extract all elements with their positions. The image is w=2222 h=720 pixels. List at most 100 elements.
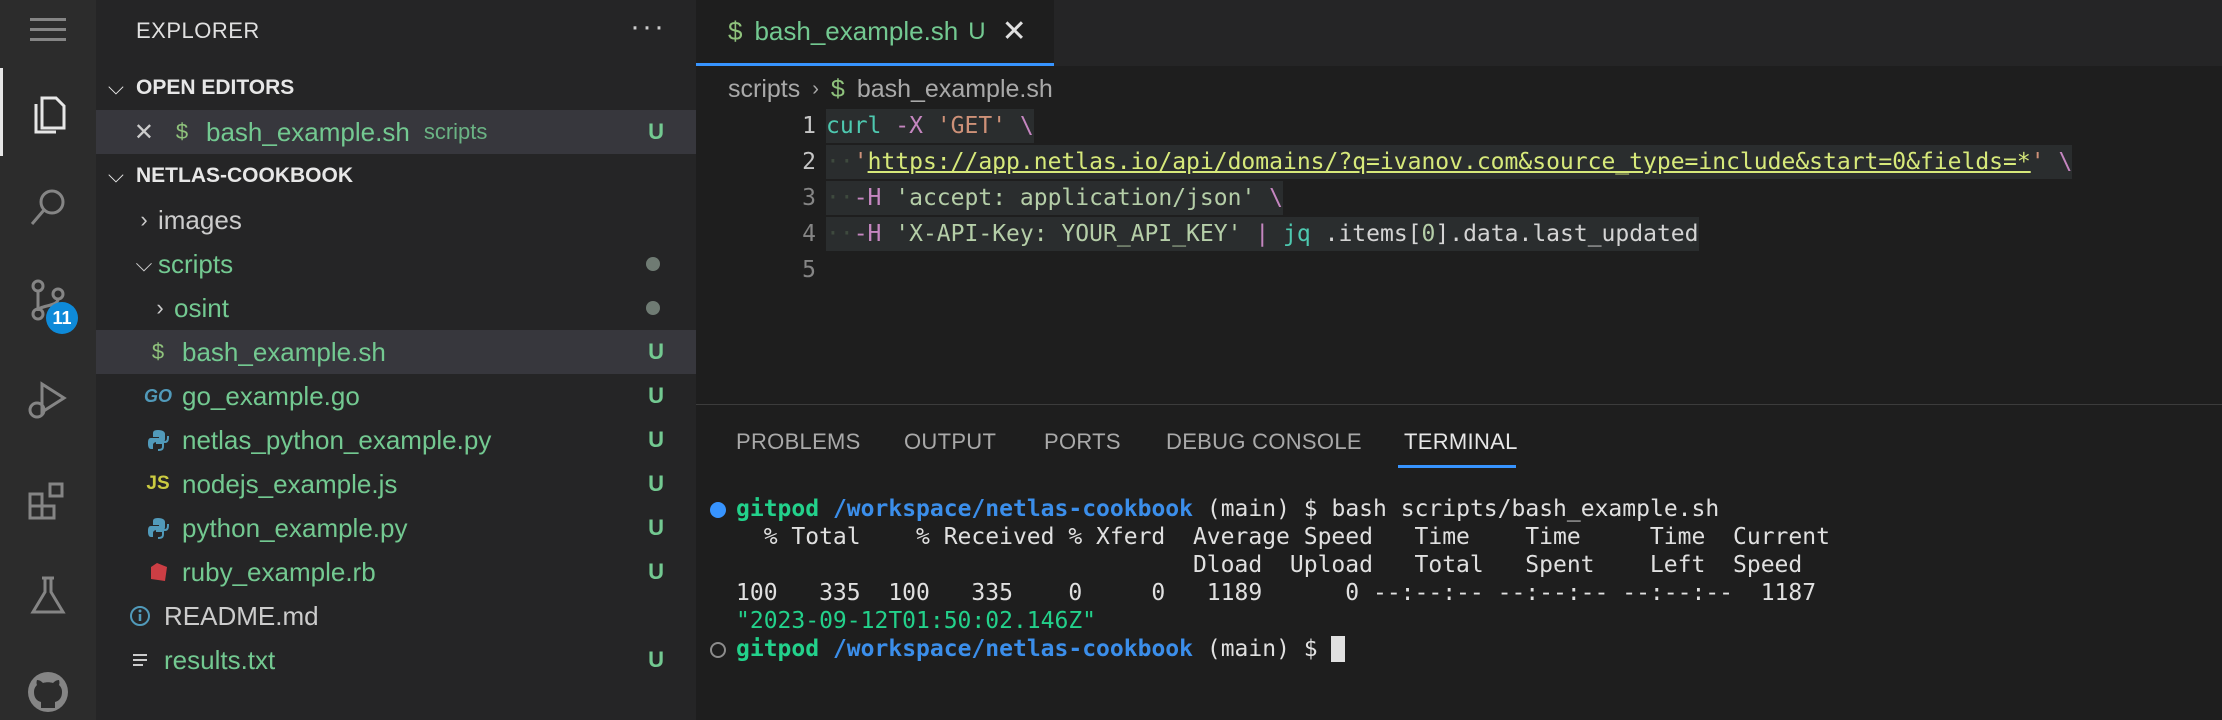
run-debug-button[interactable] — [0, 356, 96, 444]
tree-item-images[interactable]: › images — [96, 198, 696, 242]
shell-file-icon: $ — [830, 74, 845, 103]
code-line-2: ·· ' https://app.netlas.io/api/domains/?q=… — [826, 145, 2073, 179]
git-status: U — [648, 515, 664, 540]
chevron-right-icon: › — [140, 207, 148, 232]
info-icon — [126, 605, 154, 627]
explorer-button[interactable] — [0, 68, 96, 156]
close-icon[interactable]: ✕ — [1002, 14, 1027, 49]
testing-button[interactable] — [0, 552, 96, 640]
chevron-down-icon: ⌵ — [108, 76, 124, 99]
shell-file-icon: $ — [175, 119, 189, 144]
git-status: U — [648, 427, 664, 452]
code-line-3: ·· -H 'accept: application/json' \ — [826, 181, 1284, 215]
code-line: 2 — [696, 144, 816, 180]
tab-problems[interactable]: PROBLEMS — [736, 429, 861, 455]
testing-icon — [30, 576, 66, 614]
git-status: U — [648, 471, 664, 496]
tree-item-netlas-python[interactable]: netlas_python_example.py U — [96, 418, 696, 462]
explorer-sidebar: EXPLORER ··· ⌵ OPEN EDITORS ✕ $ bash_exa… — [96, 0, 696, 720]
activity-bar: 11 — [0, 0, 96, 720]
active-tab-indicator — [1398, 465, 1516, 468]
command-success-dot[interactable] — [710, 502, 726, 518]
tree-item-scripts[interactable]: ⌵ scripts — [96, 242, 696, 286]
close-icon[interactable]: ✕ — [96, 118, 154, 147]
python-file-icon — [144, 517, 172, 539]
breadcrumb: scripts › $ bash_example.sh — [728, 72, 1053, 106]
tree-item-nodejs-example[interactable]: JS nodejs_example.js U — [96, 462, 696, 506]
open-editor-folder: scripts — [423, 119, 488, 144]
terminal-line: gitpod /workspace/netlas-cookbook (main)… — [736, 496, 1720, 522]
tab-output[interactable]: OUTPUT — [904, 429, 996, 455]
tree-item-ruby-example[interactable]: ruby_example.rb U — [96, 550, 696, 594]
terminal-cursor — [1331, 636, 1346, 662]
terminal-line: % Total % Received % Xferd Average Speed… — [736, 524, 1830, 550]
tree-item-bash-example[interactable]: $ bash_example.sh U — [96, 330, 696, 374]
code-line: 1 — [696, 108, 816, 144]
extensions-button[interactable] — [0, 456, 96, 544]
editor-tab-bar: $ bash_example.sh U ✕ — [696, 0, 2222, 66]
chevron-right-icon: › — [812, 77, 819, 100]
tree-item-results[interactable]: results.txt U — [96, 638, 696, 682]
line-number: 5 — [802, 257, 816, 283]
menu-icon[interactable] — [30, 18, 66, 41]
go-file-icon: GO — [144, 385, 173, 406]
javascript-file-icon: JS — [146, 473, 170, 494]
git-status: U — [648, 559, 664, 584]
run-debug-icon — [28, 381, 67, 419]
command-pending-dot[interactable] — [710, 642, 726, 658]
git-status: U — [648, 383, 664, 408]
line-number: 1 — [802, 113, 816, 139]
code-line: 4 — [696, 216, 816, 252]
extensions-icon — [28, 482, 64, 520]
tree-item-readme[interactable]: README.md — [96, 594, 696, 638]
source-control-badge: 11 — [46, 302, 78, 334]
bottom-panel: PROBLEMS OUTPUT PORTS DEBUG CONSOLE TERM… — [696, 404, 2222, 720]
more-actions-button[interactable]: ··· — [630, 10, 666, 44]
tree-item-python-example[interactable]: python_example.py U — [96, 506, 696, 550]
github-icon — [28, 672, 68, 712]
code-line-4: ·· -H 'X-API-Key: YOUR_API_KEY' | jq .ite… — [826, 217, 1699, 251]
line-number: 3 — [802, 185, 816, 211]
project-header[interactable]: ⌵ NETLAS-COOKBOOK — [96, 156, 696, 196]
terminal-line: "2023-09-12T01:50:02.146Z" — [736, 608, 1097, 634]
url-link[interactable]: https://app.netlas.io/api/domains/?q=iva… — [868, 149, 2031, 175]
ruby-file-icon — [144, 561, 172, 583]
tab-debug-console[interactable]: DEBUG CONSOLE — [1166, 429, 1362, 455]
terminal-line: Dload Upload Total Spent Left Speed — [736, 552, 1803, 578]
open-editors-header[interactable]: ⌵ OPEN EDITORS — [96, 68, 696, 108]
line-number: 2 — [802, 149, 816, 175]
chevron-down-icon: ⌵ — [108, 164, 124, 187]
code-line: 5 — [696, 252, 816, 288]
tab-terminal[interactable]: TERMINAL — [1404, 429, 1518, 455]
search-button[interactable] — [0, 164, 96, 252]
terminal-line: 100 335 100 335 0 0 1189 0 --:--:-- --:-… — [736, 580, 1817, 606]
open-editor-name: bash_example.sh — [206, 116, 410, 147]
git-status: U — [648, 339, 664, 364]
shell-file-icon: $ — [151, 339, 165, 364]
breadcrumb-folder[interactable]: scripts — [728, 75, 800, 104]
tree-item-osint[interactable]: › osint — [96, 286, 696, 330]
source-control-button[interactable]: 11 — [0, 256, 96, 344]
files-icon — [34, 96, 65, 134]
tree-item-go-example[interactable]: GO go_example.go U — [96, 374, 696, 418]
code-line: 3 — [696, 180, 816, 216]
shell-file-icon: $ — [728, 16, 743, 46]
editor-tab-bash-example[interactable]: $ bash_example.sh U ✕ — [696, 0, 1054, 66]
python-file-icon — [144, 429, 172, 451]
tab-git-status: U — [968, 17, 986, 45]
git-status: U — [648, 647, 664, 672]
breadcrumb-file[interactable]: bash_example.sh — [857, 75, 1053, 104]
terminal-prompt: gitpod /workspace/netlas-cookbook (main)… — [736, 635, 1346, 663]
tab-ports[interactable]: PORTS — [1044, 429, 1121, 455]
explorer-title: EXPLORER — [136, 18, 260, 43]
git-status: U — [648, 119, 664, 144]
modified-dot — [646, 301, 660, 315]
open-editor-item[interactable]: ✕ $ bash_example.sh scripts U — [96, 110, 696, 154]
chevron-right-icon: › — [156, 295, 164, 320]
code-line-1: curl -X 'GET' \ — [826, 109, 1034, 143]
line-number: 4 — [802, 221, 816, 247]
search-icon — [30, 189, 65, 225]
tab-label: bash_example.sh — [754, 16, 959, 46]
text-file-icon — [126, 650, 154, 670]
github-button[interactable] — [0, 648, 96, 720]
